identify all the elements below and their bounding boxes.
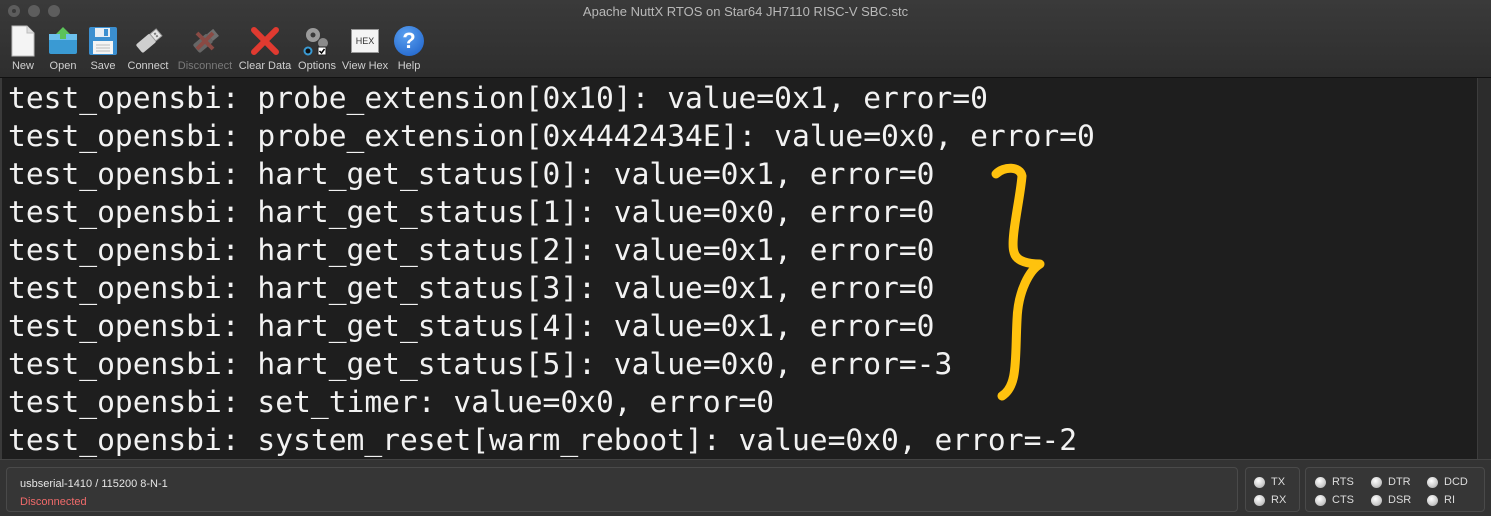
terminal-line: test_opensbi: system_reset[warm_reboot]:…	[8, 423, 1078, 457]
status-bar: usbserial-1410 / 115200 8-N-1 Disconnect…	[0, 459, 1491, 516]
terminal-line: test_opensbi: hart_get_status[1]: value=…	[8, 195, 935, 229]
title-bar: Apache NuttX RTOS on Star64 JH7110 RISC-…	[0, 0, 1491, 78]
terminal-line: test_opensbi: hart_get_status[0]: value=…	[8, 157, 935, 191]
open-button[interactable]: Open	[42, 24, 84, 72]
txrx-panel: TX RX	[1245, 467, 1300, 512]
options-button[interactable]: Options	[294, 24, 340, 72]
question-icon: ?	[392, 24, 426, 58]
led-icon	[1254, 476, 1265, 488]
ri-indicator: RI	[1427, 494, 1455, 506]
terminal-line: test_opensbi: hart_get_status[5]: value=…	[8, 347, 953, 381]
floppy-disk-icon	[86, 24, 120, 58]
led-icon	[1427, 494, 1438, 506]
rx-indicator: RX	[1254, 494, 1286, 506]
led-icon	[1371, 494, 1382, 506]
terminal-line: test_opensbi: hart_get_status[2]: value=…	[8, 233, 935, 267]
rts-indicator: RTS	[1315, 476, 1354, 488]
terminal-line: test_opensbi: probe_extension[0x10]: val…	[8, 81, 988, 115]
document-icon	[6, 24, 40, 58]
hex-icon: HEX	[348, 24, 382, 58]
gears-icon	[300, 24, 334, 58]
toolbar: New Open Save Connect Disconnect Clear D…	[4, 24, 428, 72]
cts-indicator: CTS	[1315, 494, 1354, 506]
usb-unplug-icon	[188, 24, 222, 58]
terminal-line: test_opensbi: probe_extension[0x4442434E…	[8, 119, 1095, 153]
usb-plug-icon	[131, 24, 165, 58]
terminal-lines: test_opensbi: probe_extension[0x10]: val…	[8, 79, 1095, 459]
led-icon	[1371, 476, 1382, 488]
dsr-indicator: DSR	[1371, 494, 1411, 506]
connect-button[interactable]: Connect	[122, 24, 174, 72]
control-lines-panel: RTS CTS DTR DSR DCD RI	[1305, 467, 1485, 512]
led-icon	[1315, 476, 1326, 488]
red-x-icon	[248, 24, 282, 58]
connection-status: Disconnected	[20, 496, 87, 508]
dtr-indicator: DTR	[1371, 476, 1411, 488]
connection-info: usbserial-1410 / 115200 8-N-1	[20, 478, 168, 490]
terminal-line: test_opensbi: hart_get_status[3]: value=…	[8, 271, 935, 305]
help-button[interactable]: ? Help	[390, 24, 428, 72]
folder-open-icon	[46, 24, 80, 58]
led-icon	[1315, 494, 1326, 506]
tx-indicator: TX	[1254, 476, 1285, 488]
terminal-line: test_opensbi: set_timer: value=0x0, erro…	[8, 385, 775, 419]
led-icon	[1254, 494, 1265, 506]
terminal-output[interactable]: test_opensbi: probe_extension[0x10]: val…	[0, 78, 1477, 459]
dcd-indicator: DCD	[1427, 476, 1468, 488]
new-button[interactable]: New	[4, 24, 42, 72]
view-hex-button[interactable]: HEX View Hex	[340, 24, 390, 72]
vertical-scrollbar[interactable]	[1477, 78, 1491, 459]
terminal-line: test_opensbi: hart_get_status[4]: value=…	[8, 309, 935, 343]
save-button[interactable]: Save	[84, 24, 122, 72]
connection-panel: usbserial-1410 / 115200 8-N-1 Disconnect…	[6, 467, 1238, 512]
disconnect-button[interactable]: Disconnect	[174, 24, 236, 72]
clear-data-button[interactable]: Clear Data	[236, 24, 294, 72]
led-icon	[1427, 476, 1438, 488]
window-title: Apache NuttX RTOS on Star64 JH7110 RISC-…	[582, 4, 909, 19]
